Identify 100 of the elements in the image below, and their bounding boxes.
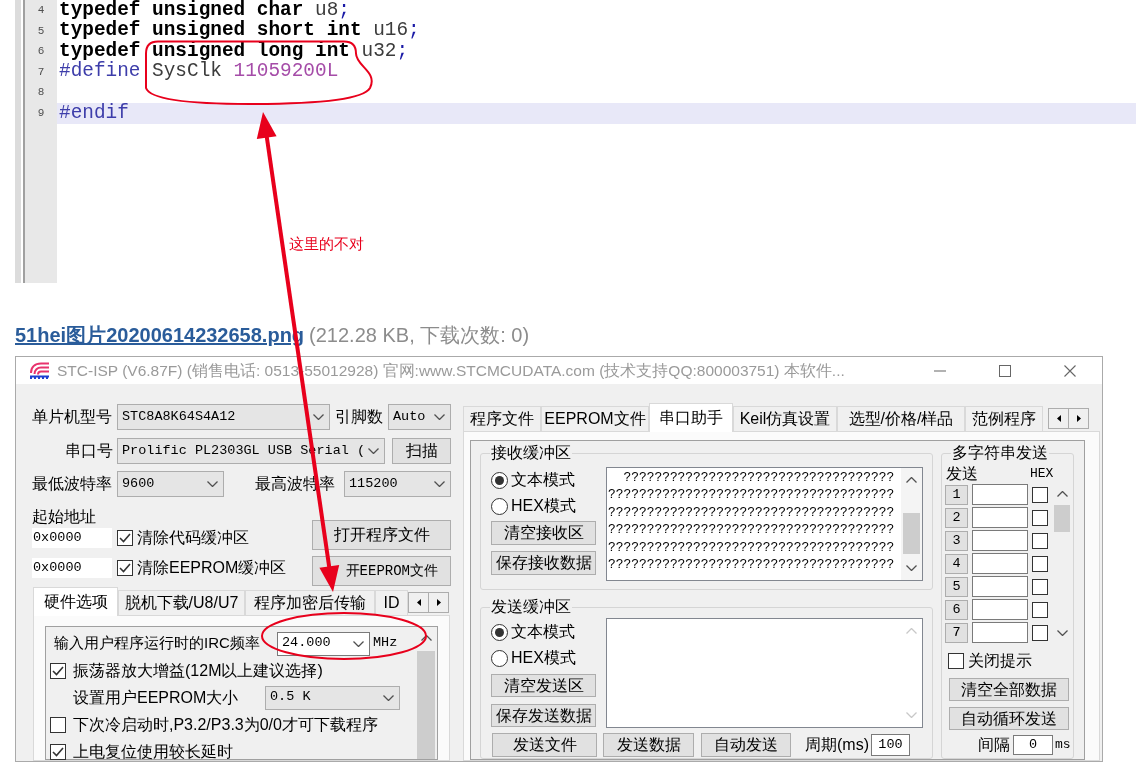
send-row-button[interactable]: 4 — [945, 553, 968, 574]
send-text-area[interactable] — [606, 618, 923, 728]
buffer-button[interactable]: 清空发送区 — [491, 674, 596, 697]
scrollbar-thumb[interactable] — [417, 651, 435, 759]
multi-send-button[interactable]: 清空全部数据 — [949, 678, 1069, 701]
chevron-up-icon — [1056, 491, 1068, 497]
field-label: 最低波特率 — [32, 474, 112, 494]
radio-label: HEX模式 — [511, 496, 576, 516]
tab-scroll-left-button[interactable] — [408, 592, 429, 613]
send-row-button[interactable]: 3 — [945, 530, 968, 551]
field-label: 引脚数 — [335, 407, 383, 427]
multi-send-button[interactable]: 自动循环发送 — [949, 707, 1069, 730]
tab[interactable]: 范例程序 — [965, 406, 1043, 431]
tab[interactable]: Keil仿真设置 — [733, 406, 837, 431]
field-label: 单片机型号 — [32, 407, 112, 427]
send-row-button[interactable]: 5 — [945, 576, 968, 597]
dropdown[interactable]: Auto — [388, 404, 451, 430]
tab[interactable]: 脱机下载/U8/U7 — [118, 590, 245, 615]
checkbox[interactable] — [1032, 601, 1048, 618]
checkbox[interactable] — [117, 530, 133, 546]
checkbox-label: 振荡器放大增益(12M以上建议选择) — [73, 660, 323, 681]
caret-left-icon — [416, 599, 421, 606]
chevron-down-icon — [368, 448, 379, 454]
buffer-button[interactable]: 保存接收数据 — [491, 551, 596, 575]
buffer-button[interactable]: 清空接收区 — [491, 521, 596, 545]
checkbox[interactable] — [1032, 532, 1048, 549]
checkbox-label: 清除EEPROM缓冲区 — [137, 558, 287, 578]
close-icon — [1063, 364, 1076, 377]
code-line: #endif — [59, 103, 129, 123]
dropdown[interactable]: 115200 — [344, 471, 451, 497]
checkbox[interactable] — [50, 662, 66, 679]
address-field[interactable]: 0x0000 — [32, 558, 112, 578]
group-title: 接收缓冲区 — [490, 444, 572, 462]
checkbox[interactable] — [50, 743, 66, 760]
annotation-text: 这里的不对 — [289, 234, 364, 254]
tab[interactable]: 串口助手 — [649, 403, 733, 432]
scrollbar-thumb[interactable] — [903, 513, 920, 554]
scrollbar[interactable] — [901, 468, 922, 580]
checkmark-icon — [119, 563, 131, 573]
send-string-field[interactable] — [972, 599, 1028, 620]
tab-scroll-right-button[interactable] — [428, 592, 449, 613]
receive-text-area[interactable] — [606, 467, 923, 581]
line-number: 5 — [37, 23, 45, 39]
dropdown[interactable]: 24.000 — [277, 631, 370, 656]
checkbox[interactable] — [1032, 555, 1048, 572]
send-string-field[interactable] — [972, 484, 1028, 505]
dropdown[interactable]: 0.5 K — [265, 685, 400, 710]
unit-label: ms — [1055, 736, 1071, 755]
tab-scroll-right-button[interactable] — [1068, 408, 1089, 429]
scan-button[interactable]: 扫描 — [392, 438, 451, 464]
send-row-button[interactable]: 7 — [945, 622, 968, 643]
send-row-button[interactable]: 6 — [945, 599, 968, 620]
address-field[interactable]: 0x0000 — [32, 528, 112, 548]
radio-button[interactable] — [491, 471, 508, 489]
tab[interactable]: 硬件选项 — [33, 587, 118, 616]
send-row-button[interactable]: 1 — [945, 484, 968, 505]
group-title: 发送缓冲区 — [490, 598, 572, 616]
send-row-button[interactable]: 2 — [945, 507, 968, 528]
radio-button[interactable] — [491, 497, 508, 515]
interval-field[interactable]: 0 — [1013, 735, 1053, 755]
tab-scroll-left-button[interactable] — [1048, 408, 1069, 429]
send-action-button[interactable]: 自动发送 — [701, 733, 791, 757]
checkbox[interactable] — [1032, 578, 1048, 595]
unit-label: MHz — [373, 634, 398, 653]
tab[interactable]: 选型/价格/样品 — [837, 406, 965, 431]
dropdown[interactable]: STC8A8K64S4A12 — [117, 404, 330, 430]
dropdown[interactable]: 9600 — [117, 471, 224, 497]
field-label: 串口号 — [65, 441, 113, 461]
chevron-down-icon — [1056, 630, 1068, 636]
period-field[interactable]: 100 — [871, 734, 910, 756]
tab[interactable]: 程序文件 — [463, 406, 541, 431]
checkbox[interactable] — [1032, 486, 1048, 503]
column-label: HEX — [1030, 465, 1054, 484]
send-action-button[interactable]: 发送数据 — [603, 733, 694, 757]
open-file-button[interactable]: 开EEPROM文件 — [312, 556, 451, 586]
checkbox[interactable] — [50, 716, 66, 733]
send-string-field[interactable] — [972, 530, 1028, 551]
tab[interactable]: EEPROM文件 — [541, 406, 649, 431]
send-string-field[interactable] — [972, 622, 1028, 643]
tab[interactable]: ID — [375, 590, 408, 615]
checkbox[interactable] — [1032, 509, 1048, 526]
checkbox[interactable] — [1032, 624, 1048, 641]
radio-button[interactable] — [491, 623, 508, 641]
checkbox[interactable] — [117, 560, 133, 576]
open-file-button[interactable]: 打开程序文件 — [312, 520, 451, 550]
checkbox[interactable] — [948, 652, 964, 669]
tab[interactable]: 程序加密后传输 — [245, 590, 375, 615]
radio-button[interactable] — [491, 649, 508, 667]
send-string-field[interactable] — [972, 507, 1028, 528]
chevron-down-icon — [906, 712, 917, 718]
send-string-field[interactable] — [972, 553, 1028, 574]
line-number: 4 — [37, 3, 45, 19]
send-string-field[interactable] — [972, 576, 1028, 597]
buffer-button[interactable]: 保存发送数据 — [491, 704, 596, 727]
checkbox-label: 关闭提示 — [968, 650, 1032, 671]
chevron-down-icon — [383, 694, 394, 701]
send-action-button[interactable]: 发送文件 — [492, 733, 597, 757]
scrollbar-thumb[interactable] — [1054, 505, 1070, 532]
option-label: 设置用户EEPROM大小 — [73, 687, 239, 708]
radio-label: 文本模式 — [511, 622, 575, 642]
